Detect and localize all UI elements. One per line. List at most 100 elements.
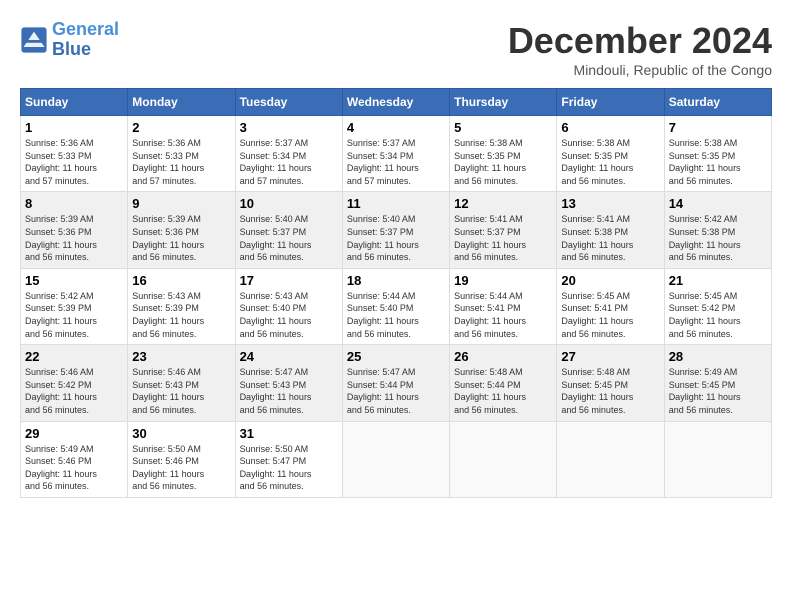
day-info: Sunrise: 5:38 AM Sunset: 5:35 PM Dayligh… <box>454 137 552 187</box>
calendar-cell <box>450 421 557 497</box>
day-number: 5 <box>454 120 552 135</box>
day-info: Sunrise: 5:36 AM Sunset: 5:33 PM Dayligh… <box>132 137 230 187</box>
day-number: 11 <box>347 196 445 211</box>
day-number: 16 <box>132 273 230 288</box>
day-number: 28 <box>669 349 767 364</box>
calendar-cell: 15Sunrise: 5:42 AM Sunset: 5:39 PM Dayli… <box>21 268 128 344</box>
day-info: Sunrise: 5:48 AM Sunset: 5:44 PM Dayligh… <box>454 366 552 416</box>
day-number: 31 <box>240 426 338 441</box>
day-info: Sunrise: 5:44 AM Sunset: 5:40 PM Dayligh… <box>347 290 445 340</box>
day-info: Sunrise: 5:40 AM Sunset: 5:37 PM Dayligh… <box>240 213 338 263</box>
day-number: 25 <box>347 349 445 364</box>
logo-text: General Blue <box>52 20 119 60</box>
calendar-cell: 5 Sunrise: 5:38 AM Sunset: 5:35 PM Daylig… <box>450 116 557 192</box>
calendar-cell: 11 Sunrise: 5:40 AM Sunset: 5:37 PM Dayli… <box>342 192 449 268</box>
calendar-cell: 13Sunrise: 5:41 AM Sunset: 5:38 PM Dayli… <box>557 192 664 268</box>
day-info: Sunrise: 5:45 AM Sunset: 5:41 PM Dayligh… <box>561 290 659 340</box>
day-number: 4 <box>347 120 445 135</box>
day-info: Sunrise: 5:39 AM Sunset: 5:36 PM Dayligh… <box>132 213 230 263</box>
week-row-2: 8 Sunrise: 5:39 AM Sunset: 5:36 PM Daylig… <box>21 192 772 268</box>
day-number: 12 <box>454 196 552 211</box>
calendar-cell: 18 Sunrise: 5:44 AM Sunset: 5:40 PM Dayli… <box>342 268 449 344</box>
day-number: 2 <box>132 120 230 135</box>
day-info: Sunrise: 5:50 AM Sunset: 5:46 PM Dayligh… <box>132 443 230 493</box>
calendar-body: 1 Sunrise: 5:36 AM Sunset: 5:33 PM Daylig… <box>21 116 772 498</box>
calendar-cell: 24 Sunrise: 5:47 AM Sunset: 5:43 PM Dayli… <box>235 345 342 421</box>
calendar-cell: 4 Sunrise: 5:37 AM Sunset: 5:34 PM Daylig… <box>342 116 449 192</box>
weekday-header-saturday: Saturday <box>664 89 771 116</box>
calendar-cell: 21 Sunrise: 5:45 AM Sunset: 5:42 PM Dayli… <box>664 268 771 344</box>
calendar-cell: 8 Sunrise: 5:39 AM Sunset: 5:36 PM Daylig… <box>21 192 128 268</box>
day-number: 20 <box>561 273 659 288</box>
day-info: Sunrise: 5:46 AM Sunset: 5:43 PM Dayligh… <box>132 366 230 416</box>
calendar-cell: 9 Sunrise: 5:39 AM Sunset: 5:36 PM Daylig… <box>128 192 235 268</box>
month-title: December 2024 <box>508 20 772 62</box>
day-number: 26 <box>454 349 552 364</box>
weekday-header-friday: Friday <box>557 89 664 116</box>
week-row-3: 15Sunrise: 5:42 AM Sunset: 5:39 PM Dayli… <box>21 268 772 344</box>
page-header: General Blue December 2024 Mindouli, Rep… <box>20 20 772 78</box>
day-info: Sunrise: 5:37 AM Sunset: 5:34 PM Dayligh… <box>347 137 445 187</box>
logo: General Blue <box>20 20 119 60</box>
day-info: Sunrise: 5:40 AM Sunset: 5:37 PM Dayligh… <box>347 213 445 263</box>
day-info: Sunrise: 5:43 AM Sunset: 5:39 PM Dayligh… <box>132 290 230 340</box>
day-number: 19 <box>454 273 552 288</box>
day-info: Sunrise: 5:45 AM Sunset: 5:42 PM Dayligh… <box>669 290 767 340</box>
calendar-cell: 27 Sunrise: 5:48 AM Sunset: 5:45 PM Dayli… <box>557 345 664 421</box>
day-info: Sunrise: 5:43 AM Sunset: 5:40 PM Dayligh… <box>240 290 338 340</box>
day-info: Sunrise: 5:37 AM Sunset: 5:34 PM Dayligh… <box>240 137 338 187</box>
day-info: Sunrise: 5:41 AM Sunset: 5:37 PM Dayligh… <box>454 213 552 263</box>
day-number: 21 <box>669 273 767 288</box>
calendar-cell: 19 Sunrise: 5:44 AM Sunset: 5:41 PM Dayli… <box>450 268 557 344</box>
weekday-header-tuesday: Tuesday <box>235 89 342 116</box>
calendar-cell: 3Sunrise: 5:37 AM Sunset: 5:34 PM Daylig… <box>235 116 342 192</box>
day-number: 9 <box>132 196 230 211</box>
weekday-header-wednesday: Wednesday <box>342 89 449 116</box>
day-number: 27 <box>561 349 659 364</box>
calendar-cell: 12 Sunrise: 5:41 AM Sunset: 5:37 PM Dayli… <box>450 192 557 268</box>
title-block: December 2024 Mindouli, Republic of the … <box>508 20 772 78</box>
calendar-cell: 31Sunrise: 5:50 AM Sunset: 5:47 PM Dayli… <box>235 421 342 497</box>
calendar-cell: 29Sunrise: 5:49 AM Sunset: 5:46 PM Dayli… <box>21 421 128 497</box>
day-info: Sunrise: 5:42 AM Sunset: 5:39 PM Dayligh… <box>25 290 123 340</box>
weekday-header-sunday: Sunday <box>21 89 128 116</box>
week-row-5: 29Sunrise: 5:49 AM Sunset: 5:46 PM Dayli… <box>21 421 772 497</box>
logo-icon <box>20 26 48 54</box>
calendar-cell: 16 Sunrise: 5:43 AM Sunset: 5:39 PM Dayli… <box>128 268 235 344</box>
day-info: Sunrise: 5:47 AM Sunset: 5:44 PM Dayligh… <box>347 366 445 416</box>
calendar-cell <box>342 421 449 497</box>
calendar-cell: 10Sunrise: 5:40 AM Sunset: 5:37 PM Dayli… <box>235 192 342 268</box>
day-info: Sunrise: 5:38 AM Sunset: 5:35 PM Dayligh… <box>561 137 659 187</box>
day-info: Sunrise: 5:49 AM Sunset: 5:45 PM Dayligh… <box>669 366 767 416</box>
day-number: 24 <box>240 349 338 364</box>
day-info: Sunrise: 5:49 AM Sunset: 5:46 PM Dayligh… <box>25 443 123 493</box>
day-info: Sunrise: 5:46 AM Sunset: 5:42 PM Dayligh… <box>25 366 123 416</box>
day-info: Sunrise: 5:36 AM Sunset: 5:33 PM Dayligh… <box>25 137 123 187</box>
day-number: 7 <box>669 120 767 135</box>
day-info: Sunrise: 5:38 AM Sunset: 5:35 PM Dayligh… <box>669 137 767 187</box>
day-info: Sunrise: 5:47 AM Sunset: 5:43 PM Dayligh… <box>240 366 338 416</box>
calendar-cell: 17 Sunrise: 5:43 AM Sunset: 5:40 PM Dayli… <box>235 268 342 344</box>
calendar-cell: 2 Sunrise: 5:36 AM Sunset: 5:33 PM Daylig… <box>128 116 235 192</box>
calendar-cell: 1 Sunrise: 5:36 AM Sunset: 5:33 PM Daylig… <box>21 116 128 192</box>
day-number: 23 <box>132 349 230 364</box>
day-number: 1 <box>25 120 123 135</box>
day-info: Sunrise: 5:41 AM Sunset: 5:38 PM Dayligh… <box>561 213 659 263</box>
calendar-cell: 7 Sunrise: 5:38 AM Sunset: 5:35 PM Daylig… <box>664 116 771 192</box>
day-number: 22 <box>25 349 123 364</box>
day-number: 17 <box>240 273 338 288</box>
day-info: Sunrise: 5:44 AM Sunset: 5:41 PM Dayligh… <box>454 290 552 340</box>
day-info: Sunrise: 5:42 AM Sunset: 5:38 PM Dayligh… <box>669 213 767 263</box>
calendar-cell: 28 Sunrise: 5:49 AM Sunset: 5:45 PM Dayli… <box>664 345 771 421</box>
day-info: Sunrise: 5:48 AM Sunset: 5:45 PM Dayligh… <box>561 366 659 416</box>
day-number: 8 <box>25 196 123 211</box>
day-number: 18 <box>347 273 445 288</box>
weekday-header-monday: Monday <box>128 89 235 116</box>
calendar-cell: 25 Sunrise: 5:47 AM Sunset: 5:44 PM Dayli… <box>342 345 449 421</box>
calendar-table: SundayMondayTuesdayWednesdayThursdayFrid… <box>20 88 772 498</box>
day-number: 6 <box>561 120 659 135</box>
week-row-4: 22 Sunrise: 5:46 AM Sunset: 5:42 PM Dayli… <box>21 345 772 421</box>
weekday-header-row: SundayMondayTuesdayWednesdayThursdayFrid… <box>21 89 772 116</box>
day-info: Sunrise: 5:39 AM Sunset: 5:36 PM Dayligh… <box>25 213 123 263</box>
day-number: 14 <box>669 196 767 211</box>
